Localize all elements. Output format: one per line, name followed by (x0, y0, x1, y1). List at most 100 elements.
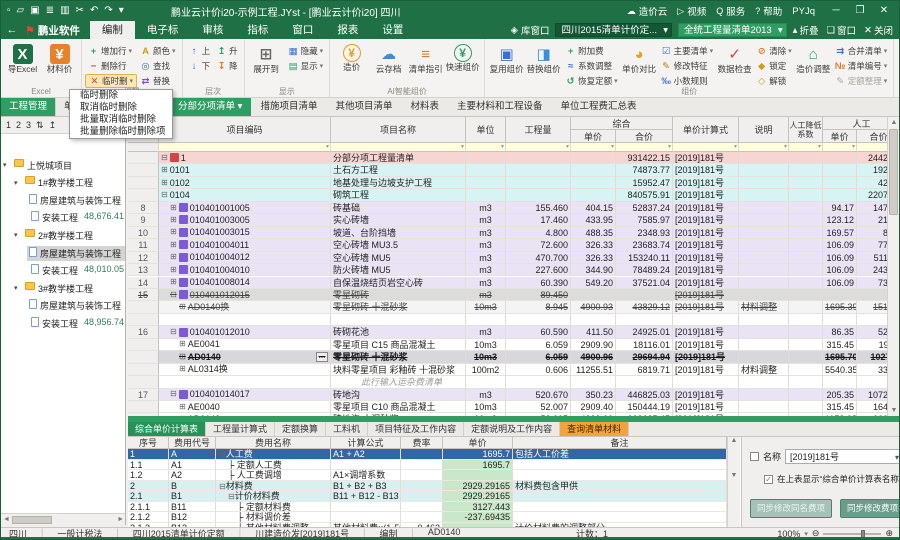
expander-icon[interactable]: ⊟ (161, 189, 168, 201)
ribbon-button-下[interactable]: ↓下 (186, 59, 214, 73)
expander-icon[interactable]: ⊞ (179, 364, 186, 376)
minimize-button[interactable]: ─ (825, 2, 847, 20)
menu-tab-编制[interactable]: 编制 (90, 21, 135, 39)
print-icon[interactable]: ≣ (46, 2, 54, 20)
expander-icon[interactable]: ⊟ (170, 389, 177, 401)
tree-toolbar-button-3[interactable]: 3 (26, 120, 31, 130)
maximize-button[interactable]: ❐ (849, 2, 871, 20)
tab-主要材料和工程设备[interactable]: 主要材料和工程设备 (448, 98, 552, 116)
expander-icon[interactable]: ⊞ (170, 227, 177, 239)
ribbon-button-造价调整[interactable]: ⌂造价调整 (795, 41, 832, 74)
tab-工程管理[interactable]: 工程管理 (1, 98, 56, 116)
ribbon-button-替换[interactable]: ⇄替换 (137, 74, 179, 88)
expander-icon[interactable]: ⊞ (170, 202, 177, 214)
expander-icon[interactable]: ⊞ (170, 264, 177, 276)
ribbon-button-单价对比[interactable]: ◕单价对比 (621, 41, 658, 74)
ribbon-button-数据整理[interactable]: ▦数据整理 (897, 41, 899, 74)
ribbon-button-复用组价[interactable]: ▣复用组价 (488, 41, 525, 74)
titlebar-cost-cloud[interactable]: ☁造价云 (627, 4, 668, 18)
filter-cell[interactable]: ▾ (331, 143, 466, 152)
tree-expander-icon[interactable]: ▾ (14, 179, 21, 187)
name-checkbox[interactable] (750, 452, 759, 461)
table-row[interactable]: ⊟0104砌筑工程840575.91[2019]181号220704 (128, 189, 899, 201)
expander-icon[interactable]: ⊞ (161, 164, 168, 176)
expander-icon[interactable]: ⊞ (179, 301, 186, 313)
quota-library-select[interactable]: 四川2015清单计价定... (555, 23, 672, 37)
menu-item-取消临时删除[interactable]: 取消临时删除 (70, 102, 172, 114)
expander-icon[interactable]: ⊞ (170, 252, 177, 264)
back-button[interactable]: ← (1, 21, 23, 39)
tree-node[interactable]: 房屋建筑与装饰工程2,... (1, 192, 126, 208)
tab-单位工程费汇总表[interactable]: 单位工程费汇总表 (552, 98, 646, 116)
expander-icon[interactable]: ⊞ (179, 401, 186, 413)
library-window-button[interactable]: ◈ 库窗口 (511, 23, 550, 37)
tree-node[interactable]: ▾2#教学楼工程 (1, 227, 95, 243)
close-button[interactable]: ✕ (873, 2, 895, 20)
bottom-table-scrollbar[interactable]: ▲▼ (727, 437, 740, 527)
ribbon-button-数据检查[interactable]: ✓数据检查 (716, 41, 753, 74)
menu-item-批量取消临时删除[interactable]: 批量取消临时删除 (70, 114, 172, 126)
ribbon-button-清单指引[interactable]: ≡清单指引 (407, 41, 444, 74)
tree-toolbar-button-1[interactable]: 1 (6, 120, 11, 130)
menu-item-临时删除[interactable]: 临时删除 (70, 90, 172, 102)
save-icon[interactable]: ▣ (30, 2, 39, 20)
ribbon-button-隐藏[interactable]: ▦隐藏▾ (285, 44, 327, 58)
table-row[interactable]: ⊞0101土石方工程74873.77[2019]181号19240 (128, 164, 899, 176)
tree-expander-icon[interactable]: ▾ (3, 161, 10, 169)
ribbon-button-云存档[interactable]: ☁云存档 (370, 41, 407, 74)
bottom-tab-项目特征及工作内容[interactable]: 项目特征及工作内容 (368, 422, 464, 436)
ribbon-button-小数规则[interactable]: ‰小数规则 (658, 74, 717, 88)
menu-tab-窗口[interactable]: 窗口 (280, 21, 325, 39)
scroll-up-icon[interactable]: ▲ (888, 117, 900, 128)
expander-icon[interactable]: ⊟ (170, 289, 177, 301)
ribbon-button-显示[interactable]: ▤显示▾ (285, 59, 327, 73)
table-row[interactable]: 8⊞010401001005砖基础m3155.460404.1552837.24… (128, 202, 899, 214)
expander-icon[interactable]: ⊟ (170, 326, 177, 338)
ribbon-button-清除[interactable]: ⊘清除▾ (753, 44, 795, 58)
open-file-icon[interactable]: ▱ (17, 2, 25, 20)
scroll-down-icon[interactable]: ▼ (888, 405, 900, 416)
scroll-thumb[interactable] (889, 129, 898, 215)
table-row[interactable]: 12⊞010401004012空心砖墙 MU5m3470.700326.3315… (128, 252, 899, 264)
ribbon-button-解锁[interactable]: ◇解锁 (753, 74, 795, 88)
filter-cell[interactable] (128, 143, 159, 152)
ribbon-button-降[interactable]: ↧降 (213, 59, 241, 73)
ribbon-button-定额整理[interactable]: ✎定额整理▾ (832, 74, 891, 88)
ribbon-button-删除行[interactable]: −删除行 (85, 59, 137, 73)
ribbon-button-系数调整[interactable]: ≈系数调整 (562, 59, 621, 73)
tree-node[interactable]: 安装工程48,010.05 (1, 263, 126, 279)
tree-node[interactable]: 房屋建筑与装饰工程2,... (1, 298, 126, 314)
ribbon-button-颜色[interactable]: A颜色▾ (137, 44, 179, 58)
scroll-right-icon[interactable]: ► (117, 516, 124, 523)
table-row[interactable]: ⊟1分部分项工程量清单931422.15[2019]181号244253 (128, 152, 899, 164)
table-row[interactable]: ⊞AE0040零星项目 C10 商品混凝土10m352.0072909.4015… (128, 401, 899, 413)
panel-折叠-button[interactable]: ▴折叠 (793, 23, 819, 37)
filter-cell[interactable]: ▾ (789, 143, 823, 152)
table-row[interactable]: ⊞AL0314换块料零星项目 彩釉砖 十混砂浆100m20.60611255.5… (128, 364, 899, 376)
filter-cell[interactable]: ▾ (571, 143, 616, 152)
ribbon-button-清单编号[interactable]: №清单编号▾ (832, 59, 891, 73)
more-button[interactable]: … (316, 352, 328, 362)
undo-icon[interactable]: ↶ (90, 2, 98, 20)
menu-tab-审核[interactable]: 审核 (190, 21, 235, 39)
ribbon-button-临时删[interactable]: ✕临时删▾ (85, 74, 137, 88)
expander-icon[interactable]: ⊞ (179, 351, 186, 363)
ribbon-button-上[interactable]: ↑上 (186, 44, 214, 58)
tab-材料表[interactable]: 材料表 (401, 98, 448, 116)
ribbon-button-造价[interactable]: ¥造价 (333, 41, 370, 72)
tab-其他项目清单[interactable]: 其他项目清单 (326, 98, 401, 116)
expander-icon[interactable]: ⊟ (228, 492, 235, 502)
bottom-tab-综合单价计算表[interactable]: 综合单价计算表 (128, 422, 206, 436)
bottom-tab-工料机[interactable]: 工料机 (326, 422, 368, 436)
table-row[interactable]: 11⊞010401004011空心砖墙 MU3.5m372.600326.332… (128, 239, 899, 251)
sync-fee-name-button[interactable]: 同步修改费项名 (840, 499, 899, 518)
ribbon-button-附加费[interactable]: +附加费 (562, 44, 621, 58)
menu-tab-报表[interactable]: 报表 (325, 21, 370, 39)
customize-icon[interactable]: ▾ (119, 2, 124, 20)
expander-icon[interactable]: ⊞ (170, 239, 177, 251)
tree-node[interactable]: ▾上悦城项目 (1, 157, 74, 173)
expander-icon[interactable]: ⊟ (161, 152, 168, 164)
menu-tab-指标[interactable]: 指标 (235, 21, 280, 39)
tree-node[interactable]: ▾1#教学楼工程 (1, 175, 95, 191)
tree-toolbar-button-⇅[interactable]: ⇅ (36, 120, 44, 131)
